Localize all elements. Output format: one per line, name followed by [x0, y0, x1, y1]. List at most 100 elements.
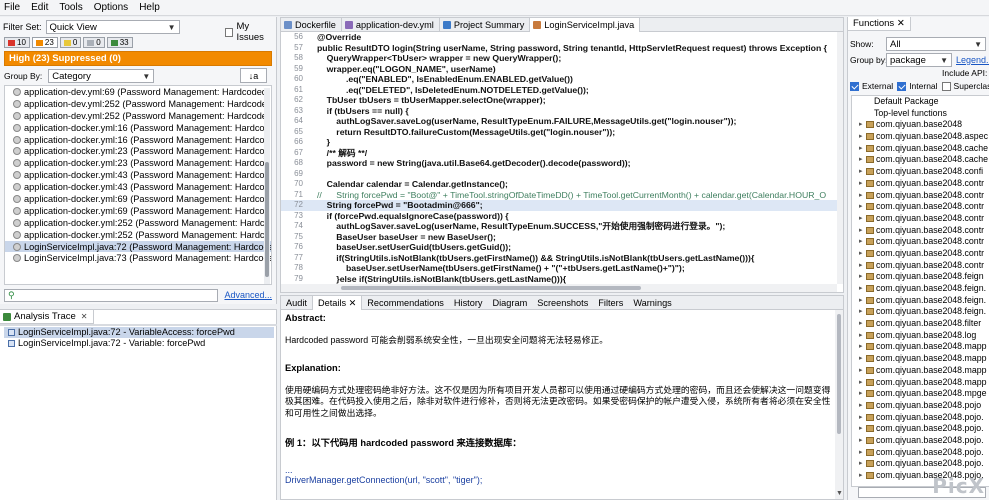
function-tree-item[interactable]: Default Package	[852, 96, 989, 108]
group-by-select[interactable]: package ▼	[886, 53, 952, 67]
expand-icon[interactable]: ▸	[859, 318, 863, 330]
details-tab[interactable]: Warnings	[628, 296, 676, 310]
external-checkbox-icon[interactable]	[850, 81, 859, 91]
scrollbar-thumb[interactable]	[265, 162, 269, 277]
expand-icon[interactable]: ▸	[859, 435, 863, 447]
issue-row[interactable]: application-docker.yml:23 (Password Mana…	[5, 145, 271, 157]
details-scrollbar[interactable]: ▼	[835, 310, 843, 499]
my-issues-checkbox[interactable]: My Issues	[225, 21, 276, 43]
group-by-select[interactable]: Category ▼	[48, 69, 155, 83]
issue-row[interactable]: LoginServiceImpl.java:73 (Password Manag…	[5, 252, 271, 264]
function-tree-item[interactable]: ▸ com.qiyuan.base2048.mapp	[852, 377, 989, 389]
details-tab[interactable]: Details ✕	[311, 296, 363, 310]
editor-scrollbar[interactable]	[837, 32, 843, 284]
expand-icon[interactable]: ▸	[859, 119, 863, 131]
advanced-link[interactable]: Advanced...	[224, 290, 272, 300]
expand-icon[interactable]: ▸	[859, 470, 863, 482]
function-tree-item[interactable]: ▸ com.qiyuan.base2048.feign.	[852, 283, 989, 295]
sort-button[interactable]: ↓a	[240, 68, 267, 83]
expand-icon[interactable]: ▸	[859, 154, 863, 166]
expand-icon[interactable]: ▸	[859, 178, 863, 190]
code-area[interactable]: 56 @Override 57 public ResultDTO login(Stri…	[281, 32, 837, 284]
expand-icon[interactable]: ▸	[859, 283, 863, 295]
details-tab[interactable]: Filters	[593, 296, 628, 310]
tab-loginserviceimpl-java[interactable]: LoginServiceImpl.java	[530, 18, 641, 32]
menu-file[interactable]: File	[4, 2, 20, 13]
expand-icon[interactable]: ▸	[859, 201, 863, 213]
issue-row[interactable]: application-docker.yml:16 (Password Mana…	[5, 134, 271, 146]
high-count-tab[interactable]: 23	[31, 37, 58, 48]
function-tree-item[interactable]: ▸ com.qiyuan.base2048.contr	[852, 201, 989, 213]
expand-icon[interactable]: ▸	[859, 412, 863, 424]
issue-row[interactable]: application-docker.yml:16 (Password Mana…	[5, 122, 271, 134]
function-tree-item[interactable]: ▸ com.qiyuan.base2048.log	[852, 330, 989, 342]
tab-application-dev-yml[interactable]: application-dev.yml	[342, 18, 440, 32]
function-tree-item[interactable]: ▸ com.qiyuan.base2048.contr	[852, 248, 989, 260]
expand-icon[interactable]: ▸	[859, 447, 863, 459]
expand-icon[interactable]: ▸	[859, 131, 863, 143]
issue-row[interactable]: application-docker.yml:252 (Password Man…	[5, 217, 271, 229]
expand-icon[interactable]: ▸	[859, 225, 863, 237]
expand-icon[interactable]: ▸	[859, 400, 863, 412]
menu-tools[interactable]: Tools	[59, 2, 82, 13]
issue-row[interactable]: application-docker.yml:69 (Password Mana…	[5, 205, 271, 217]
filter-set-select[interactable]: Quick View ▼	[45, 20, 180, 34]
function-tree-item[interactable]: ▸ com.qiyuan.base2048.mpge	[852, 388, 989, 400]
issue-row[interactable]: application-dev.yml:69 (Password Managem…	[5, 86, 271, 98]
expand-icon[interactable]: ▸	[859, 458, 863, 470]
editor-horizontal-scrollbar[interactable]	[281, 284, 837, 292]
function-tree-item[interactable]: ▸ com.qiyuan.base2048.feign.	[852, 306, 989, 318]
function-tree-item[interactable]: ▸ com.qiyuan.base2048.filter	[852, 318, 989, 330]
function-tree-item[interactable]: ▸ com.qiyuan.base2048.contr	[852, 178, 989, 190]
expand-icon[interactable]: ▸	[859, 143, 863, 155]
function-tree-item[interactable]: ▸ com.qiyuan.base2048.confi	[852, 166, 989, 178]
expand-icon[interactable]: ▸	[859, 388, 863, 400]
function-tree-item[interactable]: ▸ com.qiyuan.base2048.aspec	[852, 131, 989, 143]
function-tree-item[interactable]: ▸ com.qiyuan.base2048.pojo	[852, 400, 989, 412]
expand-icon[interactable]: ▸	[859, 248, 863, 260]
function-tree-item[interactable]: ▸ com.qiyuan.base2048.pojo.	[852, 447, 989, 459]
function-tree-item[interactable]: ▸ com.qiyuan.base2048.contr	[852, 225, 989, 237]
tab-functions[interactable]: Functions ✕	[848, 17, 911, 31]
details-tab[interactable]: Diagram	[488, 296, 533, 310]
details-tab[interactable]: Screenshots	[532, 296, 593, 310]
details-tab[interactable]: Recommendations	[362, 296, 449, 310]
medium-count-tab[interactable]: 0	[59, 37, 82, 48]
expand-icon[interactable]: ▸	[859, 306, 863, 318]
expand-icon[interactable]: ▸	[859, 260, 863, 272]
expand-icon[interactable]: ▸	[859, 365, 863, 377]
function-tree-item[interactable]: ▸ com.qiyuan.base2048.contr	[852, 236, 989, 248]
function-tree-item[interactable]: ▸ com.qiyuan.base2048.cache	[852, 154, 989, 166]
issue-row[interactable]: application-docker.yml:43 (Password Mana…	[5, 169, 271, 181]
critical-count-tab[interactable]: 10	[4, 37, 30, 48]
legend-link[interactable]: Legend...	[956, 55, 989, 65]
issue-row[interactable]: application-dev.yml:252 (Password Manage…	[5, 98, 271, 110]
expand-icon[interactable]: ▸	[859, 353, 863, 365]
close-icon[interactable]: ✕	[81, 312, 88, 321]
trace-row[interactable]: LoginServiceImpl.java:72 - VariableAcces…	[4, 327, 274, 338]
function-tree-item[interactable]: ▸ com.qiyuan.base2048.contr	[852, 190, 989, 202]
expand-icon[interactable]: ▸	[859, 341, 863, 353]
expand-icon[interactable]: ▸	[859, 213, 863, 225]
expand-icon[interactable]: ▸	[859, 423, 863, 435]
expand-icon[interactable]: ▸	[859, 190, 863, 202]
details-tab[interactable]: History	[449, 296, 488, 310]
issue-row[interactable]: application-docker.yml:252 (Password Man…	[5, 229, 271, 241]
function-tree-item[interactable]: ▸ com.qiyuan.base2048.feign.	[852, 295, 989, 307]
issue-row[interactable]: application-dev.yml:252 (Password Manage…	[5, 110, 271, 122]
function-tree-item[interactable]: ▸ com.qiyuan.base2048.contr	[852, 213, 989, 225]
superclass-checkbox-icon[interactable]	[941, 81, 951, 91]
chevron-down-icon[interactable]: ▼	[836, 490, 843, 497]
function-tree-item[interactable]: ▸ com.qiyuan.base2048.cache	[852, 143, 989, 155]
function-tree-item[interactable]: ▸ com.qiyuan.base2048.pojo.	[852, 412, 989, 424]
menu-help[interactable]: Help	[139, 2, 160, 13]
high-severity-header[interactable]: High (23) Suppressed (0)	[4, 51, 272, 66]
function-tree-item[interactable]: Top-level functions	[852, 108, 989, 120]
scrollbar-thumb[interactable]	[837, 314, 841, 434]
function-tree-item[interactable]: ▸ com.qiyuan.base2048.pojo.	[852, 458, 989, 470]
issue-row[interactable]: LoginServiceImpl.java:72 (Password Manag…	[5, 240, 271, 253]
menu-edit[interactable]: Edit	[31, 2, 48, 13]
menu-options[interactable]: Options	[94, 2, 128, 13]
function-tree-item[interactable]: ▸ com.qiyuan.base2048.pojo.	[852, 435, 989, 447]
issue-row[interactable]: application-docker.yml:23 (Password Mana…	[5, 157, 271, 169]
